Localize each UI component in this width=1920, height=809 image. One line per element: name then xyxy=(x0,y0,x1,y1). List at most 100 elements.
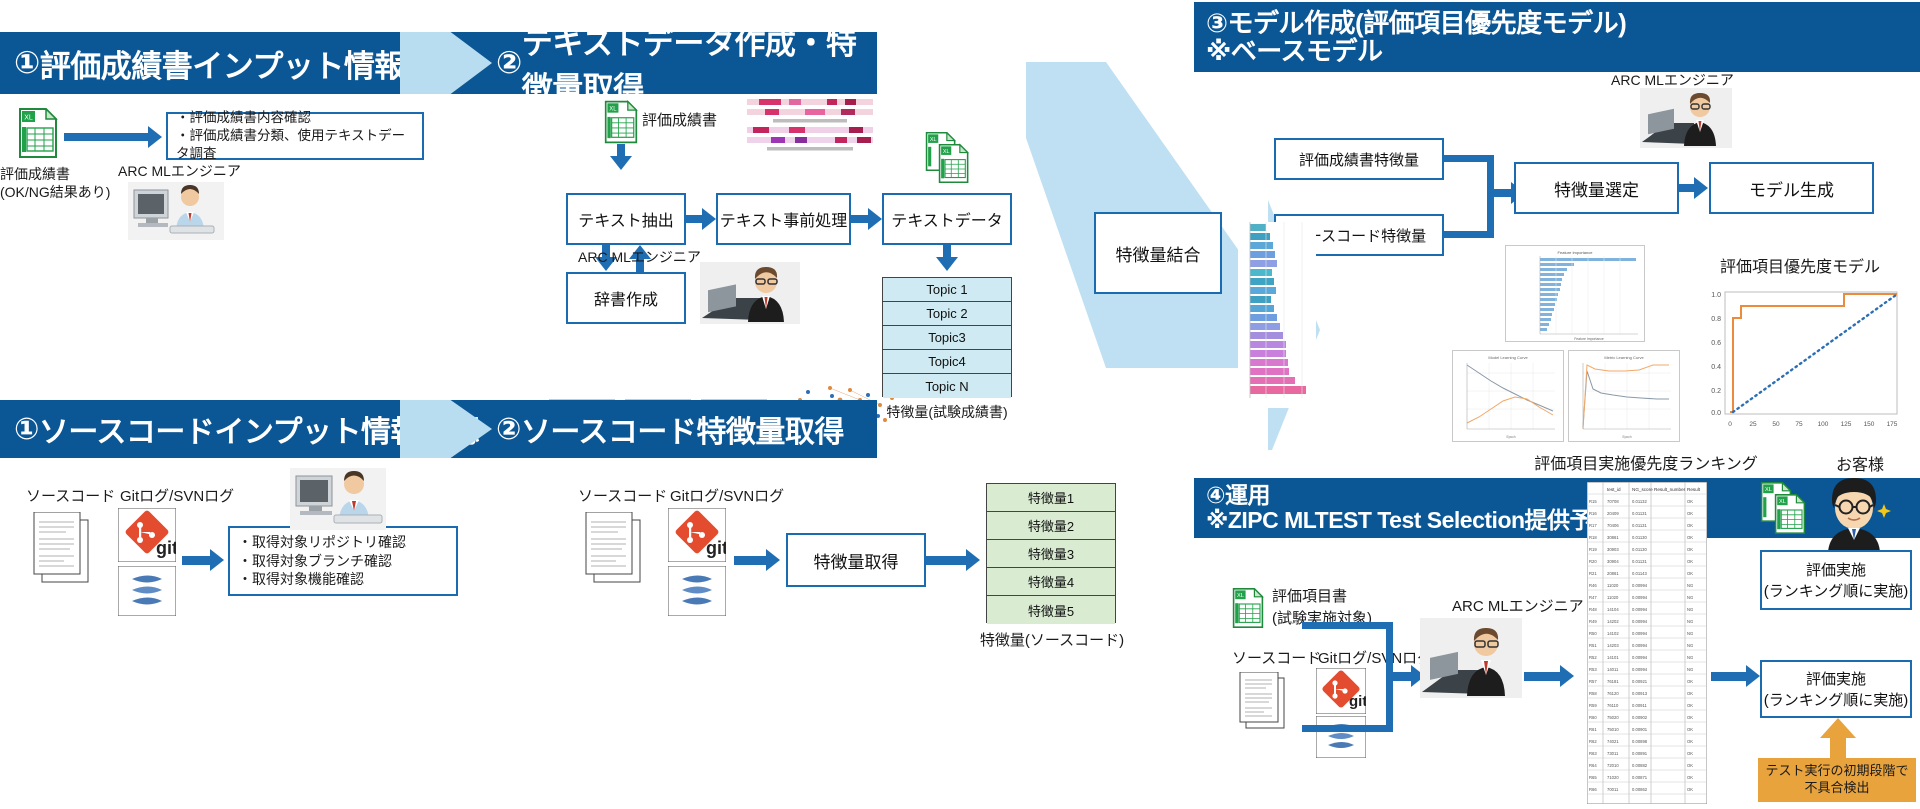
svg-text:Metric Learning Curve: Metric Learning Curve xyxy=(1604,355,1644,360)
arrow-ranking-to-exec xyxy=(1711,672,1746,681)
svg-text:Result_number: Result_number xyxy=(1654,487,1686,492)
arrow-doc-to-checklist xyxy=(64,133,148,141)
svg-text:R66: R66 xyxy=(1589,787,1597,792)
excel-label-block2: 評価成績書 xyxy=(642,112,718,129)
checklist-src-input: ・取得対象リポジトリ確認 ・取得対象ブランチ確認 ・取得対象機能確認 xyxy=(228,526,458,596)
svg-text:14202: 14202 xyxy=(1607,619,1619,624)
arrow-features-to-select xyxy=(1494,189,1511,197)
box-feature-selection-label: 特徴量選定 xyxy=(1554,180,1639,200)
svg-text:20861: 20861 xyxy=(1607,571,1619,576)
svg-text:0.01130: 0.01130 xyxy=(1632,535,1647,540)
svg-text:76110: 76110 xyxy=(1607,703,1619,708)
arrow-preprocess-to-textdata xyxy=(851,215,868,223)
section-header-model-create-line1: ③モデル作成(評価項目優先度モデル) xyxy=(1206,7,1627,38)
svg-text:30904: 30904 xyxy=(1607,559,1619,564)
svg-text:R20: R20 xyxy=(1589,559,1597,564)
svg-text:50: 50 xyxy=(1772,421,1780,428)
svg-text:14011: 14011 xyxy=(1607,667,1619,672)
section-header-model-create: ③モデル作成(評価項目優先度モデル) ※ベースモデル xyxy=(1194,2,1920,72)
svg-text:75020: 75020 xyxy=(1607,715,1619,720)
svg-text:R17: R17 xyxy=(1589,523,1597,528)
gitlog-caption-block6: Gitログ/SVNログ xyxy=(670,488,785,505)
excel-icon-block2: XL xyxy=(604,100,638,144)
excel-caption-doc-line2: (OK/NG結果あり) xyxy=(0,184,111,200)
orange-callout-line2: 不具合検出 xyxy=(1804,780,1870,795)
svg-text:OK: OK xyxy=(1687,727,1693,732)
section-header-text-feature-label: テキストデータ作成・特徴量取得 xyxy=(521,26,857,106)
connector-block4-inputs-v xyxy=(1386,622,1393,732)
git-icon-block6: git xyxy=(667,507,728,563)
svg-text:OK: OK xyxy=(1687,511,1693,516)
box-model-generate-label: モデル生成 xyxy=(1749,180,1834,200)
svg-text:git: git xyxy=(156,538,176,558)
box-doc-features-label: 評価成績書特徴量 xyxy=(1298,151,1419,169)
svg-text:OK: OK xyxy=(1687,535,1693,540)
svn-icon-block4 xyxy=(1315,715,1367,759)
checklist-src-item-2: ・取得対象機能確認 xyxy=(238,571,364,588)
topic-list-item: Topic 1 xyxy=(883,278,1011,302)
box-doc-features: 評価成績書特徴量 xyxy=(1274,138,1444,180)
excel-icon-textdata-double: XL XL xyxy=(925,131,977,188)
svg-text:Epoch: Epoch xyxy=(1506,435,1515,439)
section-header-src-input-num: ① xyxy=(14,412,39,446)
svg-text:14101: 14101 xyxy=(1607,655,1619,660)
svg-text:0.00911: 0.00911 xyxy=(1632,703,1647,708)
svg-text:11020: 11020 xyxy=(1607,595,1619,600)
svg-text:0.00871: 0.00871 xyxy=(1632,775,1648,780)
svg-text:XL: XL xyxy=(930,137,937,143)
svn-icon-block5 xyxy=(117,565,177,617)
svg-text:0.01132: 0.01132 xyxy=(1632,499,1647,504)
svn-icon-block6 xyxy=(667,565,727,617)
svg-text:OK: OK xyxy=(1687,775,1693,780)
svg-text:0: 0 xyxy=(1728,421,1732,428)
engineer-avatar-block1 xyxy=(128,182,224,240)
checklist-src-item-0: ・取得対象リポジトリ確認 xyxy=(238,533,406,550)
arrow-select-to-generate xyxy=(1679,184,1694,192)
box-text-preprocess-label: テキスト事前処理 xyxy=(719,213,848,230)
priority-model-chart-title: 評価項目優先度モデル xyxy=(1719,259,1880,276)
svg-text:14102: 14102 xyxy=(1607,631,1619,636)
svg-text:0.00994: 0.00994 xyxy=(1632,667,1648,672)
svg-text:R48: R48 xyxy=(1589,607,1597,612)
svg-text:NG: NG xyxy=(1687,643,1693,648)
svg-text:0.00902: 0.00902 xyxy=(1632,715,1648,720)
svg-text:OK: OK xyxy=(1687,763,1693,768)
arrow-head-block6-to-acquire-icon xyxy=(766,549,780,571)
svg-text:0.4: 0.4 xyxy=(1711,364,1721,371)
svg-text:0.00901: 0.00901 xyxy=(1632,727,1648,732)
svg-text:R15: R15 xyxy=(1589,499,1597,504)
svg-text:NG: NG xyxy=(1687,619,1693,624)
svg-text:R18: R18 xyxy=(1589,535,1597,540)
svg-text:Model Learning Curve: Model Learning Curve xyxy=(1488,355,1528,360)
svg-text:70011: 70011 xyxy=(1607,787,1619,792)
box-eval-execution-line2: (ランキング順に実施) xyxy=(1763,583,1909,600)
orange-callout-defect-detection: テスト実行の初期段階で 不具合検出 xyxy=(1758,758,1916,802)
box-model-generate: モデル生成 xyxy=(1709,162,1874,214)
src-caption-block6: ソースコード xyxy=(578,488,668,505)
svg-text:75010: 75010 xyxy=(1607,727,1619,732)
svg-text:71020: 71020 xyxy=(1607,775,1619,780)
svg-text:OK: OK xyxy=(1687,571,1693,576)
box-eval-execution: 評価実施 (ランキング順に実施) xyxy=(1760,550,1912,610)
excel-caption-doc-line1: 評価成績書 xyxy=(0,166,70,182)
svg-text:0.01131: 0.01131 xyxy=(1632,523,1647,528)
svg-text:0.00862: 0.00862 xyxy=(1632,787,1648,792)
feature-list-caption: 特徴量(ソースコード) xyxy=(979,632,1125,649)
box-feature-selection: 特徴量選定 xyxy=(1514,162,1679,214)
arrow-head-doc-to-checklist-icon xyxy=(148,126,162,148)
svg-text:NG: NG xyxy=(1687,595,1693,600)
svg-text:OK: OK xyxy=(1687,547,1693,552)
box-text-extract-label: テキスト抽出 xyxy=(578,213,674,230)
svg-text:XL: XL xyxy=(1237,593,1244,599)
feature-list-item: 特徴量1 xyxy=(987,484,1115,512)
section-header-doc-input-num: ① xyxy=(14,45,40,80)
svg-text:0.00898: 0.00898 xyxy=(1632,739,1648,744)
svg-text:NG: NG xyxy=(1687,607,1693,612)
svg-text:R52: R52 xyxy=(1589,655,1597,660)
arrow-head-acquire-to-features-icon xyxy=(966,549,980,571)
svg-text:R62: R62 xyxy=(1589,739,1597,744)
chart-feature-importance: Feature Importance Feature Importance xyxy=(1505,245,1645,342)
box-text-data: テキストデータ xyxy=(882,193,1012,245)
svg-text:0.00994: 0.00994 xyxy=(1632,655,1648,660)
connector-features-join-vertical xyxy=(1487,155,1494,238)
